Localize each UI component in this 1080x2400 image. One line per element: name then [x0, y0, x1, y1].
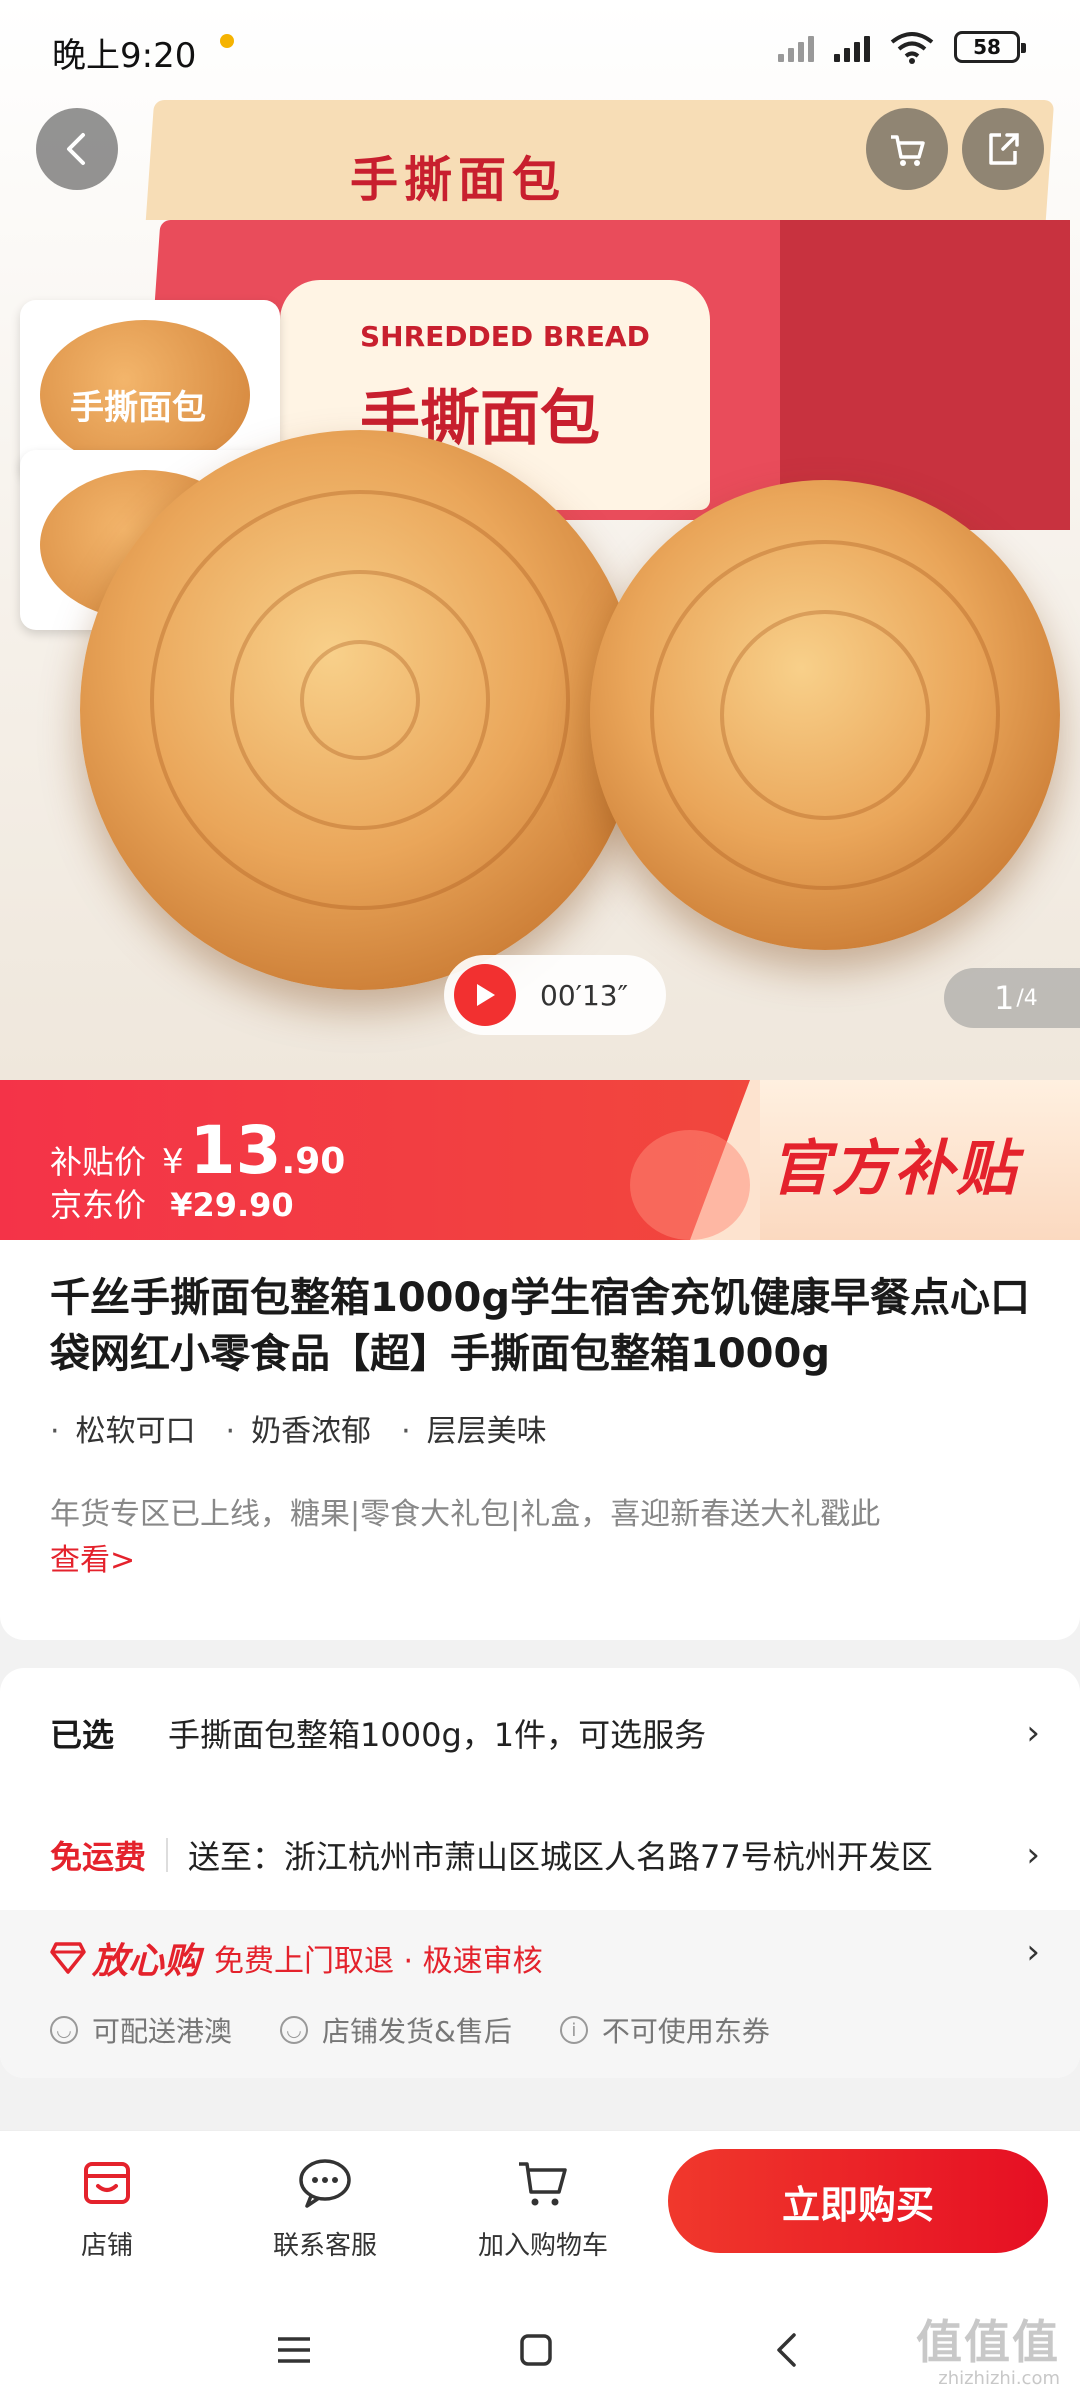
battery-icon: 58 — [954, 31, 1026, 63]
store-button[interactable]: 店铺 — [32, 2155, 182, 2262]
share-button[interactable] — [962, 108, 1044, 190]
add-to-cart-label: 加入购物车 — [477, 2231, 608, 2261]
assured-purchase-section[interactable]: 放心购 免费上门取退 · 极速审核 › ◡ 可配送港澳 ◡ 店铺发货&售后 i 不可使… — [0, 1910, 1080, 2078]
watermark-logo: 值值值 — [916, 2315, 1060, 2369]
chevron-right-icon: › — [1026, 1835, 1040, 1875]
divider — [166, 1838, 169, 1872]
coin-bag-icon — [630, 1130, 750, 1240]
jd-price-value: ¥29.90 — [170, 1186, 294, 1224]
chevron-left-icon — [67, 133, 85, 165]
chevron-right-icon: › — [1026, 1932, 1040, 1972]
menu-icon — [278, 2337, 310, 2363]
notification-dot-icon — [220, 34, 234, 48]
assured-purchase-desc: 免费上门取退 · 极速审核 — [214, 1944, 543, 1979]
clock: 晚上9:20 — [52, 36, 197, 76]
promo-notice[interactable]: 年货专区已上线，糖果|零食大礼包|礼盒，喜迎新春送大礼戳此 查看> — [50, 1492, 1040, 1584]
signal-icon — [834, 32, 870, 62]
official-subsidy-badge: 官方补贴 — [770, 1134, 1018, 1204]
jd-price-label: 京东价 — [50, 1186, 147, 1224]
video-duration: 00′13″ — [540, 978, 629, 1012]
chat-icon — [299, 2159, 351, 2208]
video-play-button[interactable]: 00′13″ — [444, 955, 666, 1035]
product-tag: 层层美味 — [401, 1406, 547, 1450]
product-detail-page: 手撕面包 SHREDDED BREAD 手撕面包 手撕面包 晚上9:20 58 — [0, 0, 1080, 2400]
image-pager: 1/4 — [944, 968, 1080, 1028]
product-info-card: 千丝手撕面包整箱1000g学生宿舍充饥健康早餐点心口袋网红小零食品【超】手撕面包… — [0, 1240, 1080, 1640]
diamond-icon — [50, 1942, 86, 1974]
subsidy-price-integer: 13 — [189, 1112, 282, 1189]
home-square-icon — [520, 2334, 552, 2366]
selected-value: 手撕面包整箱1000g，1件，可选服务 — [168, 1716, 707, 1754]
home-button[interactable] — [506, 2328, 566, 2372]
pager-total: /4 — [1016, 985, 1038, 1011]
subsidy-price: 补贴价 ¥ 13 .90 — [50, 1118, 345, 1184]
info-icon: i — [559, 2016, 588, 2044]
watermark: 值值值 zhizhizhi.com — [916, 2306, 1060, 2389]
options-card: 已选 手撕面包整箱1000g，1件，可选服务 › 免运费 送至：浙江杭州市萧山区… — [0, 1668, 1080, 2078]
menu-button[interactable] — [264, 2328, 324, 2372]
add-to-cart-button[interactable]: 加入购物车 — [468, 2155, 618, 2262]
cart-button[interactable] — [866, 108, 948, 190]
wifi-icon — [890, 32, 934, 64]
buy-now-button[interactable]: 立即购买 — [668, 2149, 1048, 2253]
currency-symbol: ¥ — [162, 1142, 184, 1182]
chevron-right-icon: › — [1026, 1713, 1040, 1753]
subsidy-price-decimal: .90 — [281, 1141, 346, 1182]
feature-item: i 不可使用东券 — [559, 2010, 770, 2050]
smile-icon: ◡ — [280, 2016, 309, 2044]
subsidy-price-label: 补贴价 — [50, 1143, 147, 1181]
box-top-text: 手撕面包 — [350, 152, 567, 208]
feature-label: 店铺发货&售后 — [322, 2015, 512, 2048]
shipping-row[interactable]: 免运费 送至：浙江杭州市萧山区城区人名路77号杭州开发区 › — [50, 1830, 1040, 1880]
product-tag: 松软可口 — [50, 1406, 196, 1450]
bottom-action-bar: 店铺 联系客服 加入购物车 立即购买 — [0, 2130, 1080, 2300]
cart-icon — [519, 2162, 567, 2206]
back-triangle-icon — [777, 2333, 796, 2367]
store-label: 店铺 — [80, 2231, 133, 2261]
pack-text: 手撕面包 — [70, 388, 206, 428]
store-icon — [84, 2162, 130, 2204]
watermark-url: zhizhizhi.com — [938, 2368, 1060, 2389]
feature-label: 可配送港澳 — [92, 2015, 233, 2048]
feature-item: ◡ 可配送港澳 — [50, 2010, 232, 2050]
free-shipping-label: 免运费 — [50, 1838, 147, 1876]
share-icon — [989, 133, 1019, 165]
back-nav-button[interactable] — [756, 2328, 816, 2372]
selected-label: 已选 — [50, 1716, 115, 1754]
signal-icon — [778, 32, 814, 62]
play-icon — [454, 964, 516, 1026]
box-brand-text: SHREDDED BREAD — [360, 320, 650, 353]
product-title: 千丝手撕面包整箱1000g学生宿舍充饥健康早餐点心口袋网红小零食品【超】手撕面包… — [50, 1275, 1030, 1377]
battery-level: 58 — [973, 35, 1001, 59]
customer-service-label: 联系客服 — [272, 2231, 377, 2261]
selected-spec-row[interactable]: 已选 手撕面包整箱1000g，1件，可选服务 › — [50, 1708, 1040, 1758]
assured-purchase-brand: 放心购 — [92, 1941, 201, 1982]
smile-icon: ◡ — [50, 2016, 78, 2044]
jd-price: 京东价 ¥29.90 — [50, 1180, 294, 1226]
promo-more-link[interactable]: 查看> — [50, 1538, 1040, 1584]
cart-icon — [891, 135, 925, 166]
product-tag: 奶香浓郁 — [226, 1406, 371, 1450]
customer-service-button[interactable]: 联系客服 — [250, 2155, 400, 2262]
status-bar: 晚上9:20 58 — [0, 0, 1080, 96]
promo-text: 年货专区已上线，糖果|零食大礼包|礼盒，喜迎新春送大礼戳此 — [50, 1497, 881, 1532]
pager-current: 1 — [994, 979, 1015, 1017]
back-button[interactable] — [36, 108, 118, 190]
shipping-address: 送至：浙江杭州市萧山区城区人名路77号杭州开发区 — [188, 1838, 933, 1876]
product-tags: 松软可口 奶香浓郁 层层美味 — [50, 1406, 547, 1450]
feature-label: 不可使用东券 — [601, 2015, 770, 2048]
feature-item: ◡ 店铺发货&售后 — [280, 2010, 512, 2050]
